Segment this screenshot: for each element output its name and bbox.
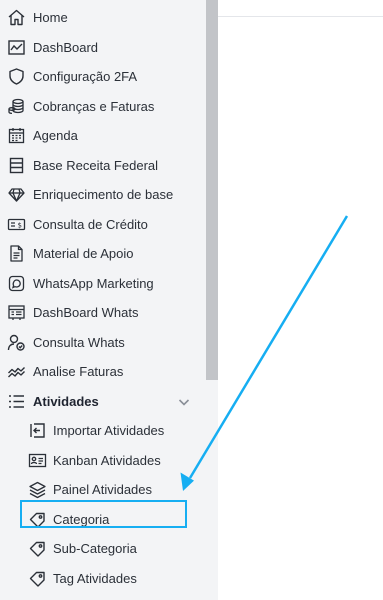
id-card-icon: [28, 451, 47, 470]
sidebar-item-label: WhatsApp Marketing: [33, 276, 154, 291]
sidebar-item-analise-faturas[interactable]: Analise Faturas: [0, 357, 206, 386]
trend-icon: [7, 362, 26, 381]
sidebar-item-consulta-credito[interactable]: $ Consulta de Crédito: [0, 210, 206, 239]
chevron-down-icon[interactable]: [177, 395, 191, 409]
sidebar-item-cobrancas[interactable]: Cobranças e Faturas: [0, 92, 206, 121]
highlight-box: [20, 500, 187, 528]
home-icon: [7, 8, 26, 27]
svg-text:$: $: [18, 222, 22, 230]
shield-icon: [7, 67, 26, 86]
tag-icon: [28, 539, 47, 558]
sidebar-item-label: Consulta Whats: [33, 335, 125, 350]
sidebar-item-2fa[interactable]: Configuração 2FA: [0, 62, 206, 91]
sidebar-subitem-label: Painel Atividades: [53, 482, 153, 497]
sidebar-item-label: Material de Apoio: [33, 246, 134, 261]
list-icon: [7, 392, 26, 411]
sidebar-subitem-label: Kanban Atividades: [53, 453, 161, 468]
scrollbar-thumb[interactable]: [206, 0, 218, 380]
sidebar-item-label: Agenda: [33, 128, 78, 143]
sidebar-group-atividades[interactable]: Atividades: [0, 387, 206, 416]
sidebar-item-enriquecimento[interactable]: Enriquecimento de base: [0, 180, 206, 209]
sidebar-item-label: Consulta de Crédito: [33, 217, 148, 232]
sidebar-subitem-label: Importar Atividades: [53, 423, 165, 438]
sidebar-subitem-tag-atividades[interactable]: Tag Atividades: [0, 564, 206, 593]
sidebar-subitem-importar-atividades[interactable]: Importar Atividades: [0, 416, 206, 445]
sidebar-item-label: Home: [33, 10, 68, 25]
tag-icon: [28, 569, 47, 588]
sidebar-item-material-apoio[interactable]: Material de Apoio: [0, 239, 206, 268]
sidebar-item-label: Enriquecimento de base: [33, 187, 174, 202]
whatsapp-icon: [7, 274, 26, 293]
sidebar-item-base-receita[interactable]: Base Receita Federal: [0, 151, 206, 180]
sidebar-item-label: Configuração 2FA: [33, 69, 138, 84]
sidebar-item-label: Analise Faturas: [33, 364, 124, 379]
sidebar-item-consulta-whats[interactable]: Consulta Whats: [0, 328, 206, 357]
sidebar-scrollbar[interactable]: [206, 0, 218, 600]
sidebar-item-dashboard[interactable]: DashBoard: [0, 33, 206, 62]
calendar-icon: [7, 126, 26, 145]
document-icon: [7, 244, 26, 263]
sidebar-subitem-sub-categoria[interactable]: Sub-Categoria: [0, 534, 206, 563]
sidebar-subitem-label: Sub-Categoria: [53, 541, 137, 556]
sidebar-group-label: Atividades: [33, 394, 99, 409]
layers-icon: [28, 480, 47, 499]
chart-icon: [7, 38, 26, 57]
sidebar-item-agenda[interactable]: Agenda: [0, 121, 206, 150]
sidebar-item-label: Cobranças e Faturas: [33, 99, 155, 114]
sidebar-subitem-kanban-atividades[interactable]: Kanban Atividades: [0, 446, 206, 475]
sidebar-item-dashboard-whats[interactable]: DashBoard Whats: [0, 298, 206, 327]
database-icon: [7, 156, 26, 175]
sidebar-item-whatsapp-marketing[interactable]: WhatsApp Marketing: [0, 269, 206, 298]
header-divider: [218, 16, 383, 17]
import-icon: [28, 421, 47, 440]
sidebar-item-label: DashBoard: [33, 40, 99, 55]
sidebar-subitem-label: Tag Atividades: [53, 571, 137, 586]
diamond-icon: [7, 185, 26, 204]
sidebar-item-label: Base Receita Federal: [33, 158, 159, 173]
credit-check-icon: $: [7, 215, 26, 234]
sidebar-item-home[interactable]: Home: [0, 3, 206, 32]
coins-icon: [7, 97, 26, 116]
user-check-icon: [7, 333, 26, 352]
whats-dashboard-icon: [7, 303, 26, 322]
sidebar-item-label: DashBoard Whats: [33, 305, 139, 320]
